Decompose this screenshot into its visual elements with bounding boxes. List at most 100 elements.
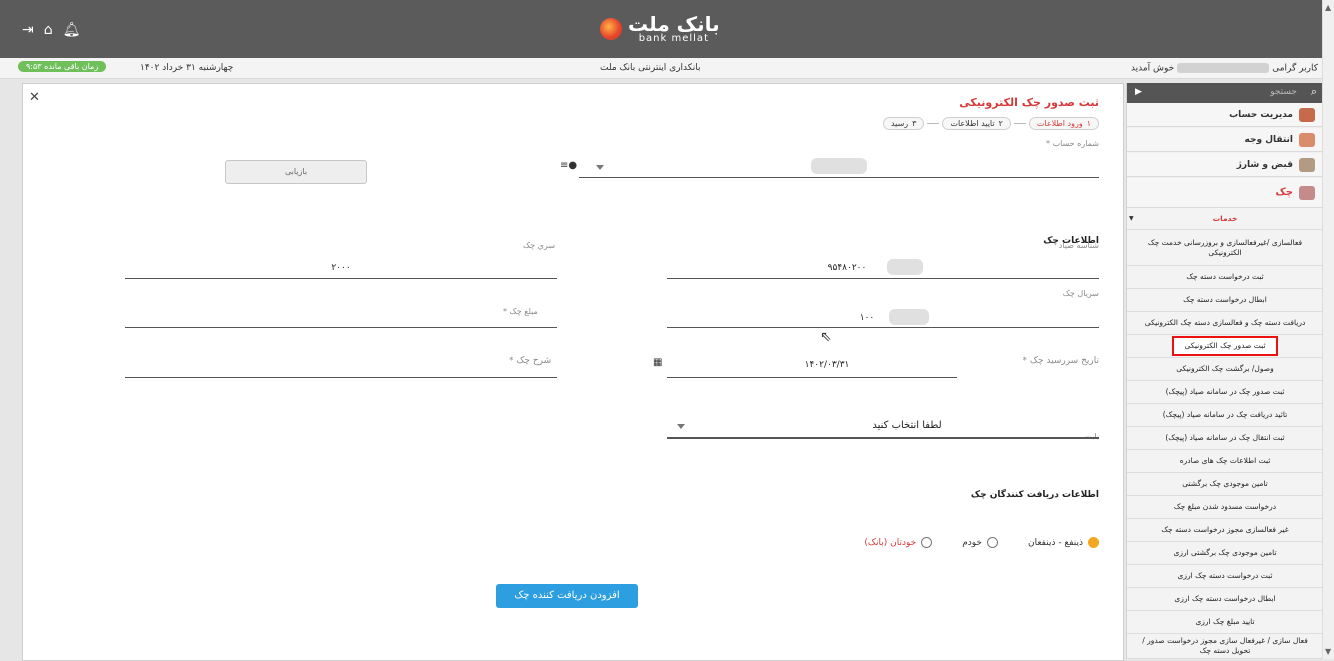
sidebar-subitem[interactable]: تامین موجودی چک برگشتی — [1127, 473, 1323, 496]
bell-icon[interactable]: 🔔︎ — [63, 22, 81, 38]
sayad-field[interactable]: ۹۵۴۸۰۲۰۰ — [667, 257, 1099, 279]
sidebar-item-transfer[interactable]: انتقال وجه — [1127, 128, 1323, 152]
sidebar-subitem-label: ثبت درخواست دسته چک — [1186, 272, 1264, 282]
sidebar-subitem[interactable]: ثبت انتقال چک در سامانه صیاد (پیچک) — [1127, 427, 1323, 450]
account-list-icon[interactable]: ≡● — [560, 160, 577, 171]
sidebar-subitem[interactable]: ثبت اطلاعات چک های صادره — [1127, 450, 1323, 473]
sidebar-item-cheque[interactable]: چک — [1127, 178, 1323, 208]
sidebar-item-label: مدیریت حساب — [1229, 109, 1293, 120]
services-header-label: خدمات — [1212, 213, 1238, 223]
sidebar-subitem-label: فعالسازی /غیرفعالسازی و بروزرسانی خدمت چ… — [1147, 237, 1303, 257]
sidebar-subitem[interactable]: غیر فعالسازی مجوز درخواست دسته چک — [1127, 519, 1323, 542]
account-management-icon — [1299, 107, 1315, 122]
sidebar-subitem[interactable]: درخواست مسدود شدن مبلغ چک — [1127, 496, 1323, 519]
sidebar-subitem[interactable]: وصول/ برگشت چک الکترونیکی — [1127, 358, 1323, 381]
account-underline — [579, 177, 1099, 178]
sidebar-subitem[interactable]: فعال سازی / غیرفعال سازی مجوز درخواست صد… — [1127, 634, 1323, 659]
search-input[interactable]: جستجو — [1270, 87, 1297, 97]
account-label: شماره حساب * — [1046, 139, 1099, 148]
page-scrollbar[interactable]: ▲ ▼ — [1322, 0, 1334, 659]
money-transfer-icon — [1299, 132, 1315, 147]
step-label: رسید — [890, 119, 909, 128]
due-date-label: تاریخ سررسید چک * — [1022, 356, 1099, 366]
logo-text-en: bank mellat — [638, 33, 709, 44]
service-title: بانکداری اینترنتی بانک ملت — [600, 63, 701, 73]
radio-myself[interactable]: خودم — [962, 537, 998, 548]
amount-field[interactable] — [125, 306, 557, 328]
home-icon[interactable]: ⌂ — [44, 22, 53, 38]
scroll-down-icon[interactable]: ▼ — [1325, 647, 1331, 656]
sidebar-subitem[interactable]: ابطال درخواست دسته چک — [1127, 289, 1323, 312]
step-label: تایید اطلاعات — [950, 119, 995, 128]
due-date-field[interactable]: ۱۴۰۲/۰۳/۳۱ — [667, 354, 957, 378]
main-panel: ✕ ثبت صدور چک الکترونیکی ۱ ورود اطلاعات ۲… — [22, 83, 1124, 661]
description-underline — [125, 377, 557, 378]
sidebar-subitem-label: غیر فعالسازی مجوز درخواست دسته چک — [1161, 525, 1289, 535]
sidebar-subitem[interactable]: ثبت درخواست دسته چک — [1127, 266, 1323, 289]
logout-icon[interactable]: ⇥ — [22, 22, 34, 38]
sidebar-subitem-active[interactable]: ثبت صدور چک الکترونیکی — [1127, 335, 1323, 358]
series-underline — [125, 278, 557, 279]
session-timer: زمان باقی مانده ۹:۵۳ — [18, 61, 107, 72]
collapse-sidebar-icon[interactable]: ▶ — [1135, 87, 1142, 97]
step-label: ورود اطلاعات — [1036, 119, 1083, 128]
sidebar-subitem[interactable]: دریافت دسته چک و فعالسازی دسته چک الکترو… — [1127, 312, 1323, 335]
description-field[interactable] — [125, 354, 557, 378]
series-value: ۲۰۰۰ — [331, 263, 351, 273]
cheque-icon — [1299, 185, 1315, 200]
sidebar-subitem-label: تامین موجودی چک برگشتی ارزی — [1173, 548, 1277, 558]
radio-bank[interactable]: خودتان (بانک) — [864, 537, 933, 548]
step-1: ۱ ورود اطلاعات — [1028, 117, 1099, 130]
calendar-icon[interactable]: ▦ — [653, 357, 662, 368]
receivers-title: اطلاعات دریافت کنندگان چک — [970, 490, 1099, 500]
radio-label: ذینفع - ذینفعان — [1027, 537, 1083, 548]
search-icon[interactable]: ⌕ — [1311, 85, 1317, 99]
sidebar-subitem[interactable]: ثبت صدور چک در سامانه صیاد (پیچک) — [1127, 381, 1323, 404]
account-select[interactable] — [579, 154, 1099, 178]
chevron-down-icon — [677, 424, 685, 429]
serial-field[interactable]: ۱۰۰ — [667, 306, 1099, 328]
sidebar-subitem[interactable]: تایید مبلغ چک ارزی — [1127, 611, 1323, 634]
top-bar: ⇥ ⌂ 🔔︎ بانک ملت bank mellat — [0, 0, 1322, 58]
sidebar-item-label: چک — [1275, 187, 1293, 198]
due-date-value: ۱۴۰۲/۰۳/۳۱ — [804, 360, 850, 370]
sidebar-subitem-label: ثبت درخواست دسته چک ارزی — [1177, 571, 1273, 581]
amount-underline — [125, 327, 557, 328]
sidebar-subitem-label: ثبت صدور چک الکترونیکی — [1172, 336, 1278, 356]
sidebar-subitem-label: ابطال درخواست دسته چک ارزی — [1174, 594, 1276, 604]
sidebar-subitem[interactable]: تامین موجودی چک برگشتی ارزی — [1127, 542, 1323, 565]
logo-text-fa: بانک ملت — [628, 12, 720, 36]
radio-beneficiary[interactable]: ذینفع - ذینفعان — [1028, 537, 1099, 548]
radio-dot — [986, 537, 998, 548]
sidebar-subitem-label: تایید مبلغ چک ارزی — [1195, 617, 1255, 627]
reason-select[interactable]: لطفا انتخاب کنید — [667, 414, 1099, 439]
reason-value: لطفا انتخاب کنید — [872, 420, 942, 431]
sidebar-subitem-label: وصول/ برگشت چک الکترونیکی — [1176, 364, 1274, 374]
step-number: ۲ — [998, 119, 1003, 128]
sidebar-subitem[interactable]: ثبت درخواست دسته چک ارزی — [1127, 565, 1323, 588]
page-title: ثبت صدور چک الکترونیکی — [959, 96, 1099, 109]
account-number-mask — [811, 158, 867, 174]
sayad-underline — [667, 278, 1099, 279]
sayad-label: شناسه صیاد — [1058, 241, 1099, 250]
sidebar-item-account-management[interactable]: مدیریت حساب — [1127, 103, 1323, 127]
services-header[interactable]: ▼ خدمات — [1127, 208, 1323, 230]
step-divider — [1013, 123, 1026, 124]
sidebar-subitem[interactable]: تائید دریافت چک در سامانه صیاد (پیچک) — [1127, 404, 1323, 427]
sidebar-item-label: قبض و شارژ — [1236, 159, 1293, 170]
sidebar-subitem[interactable]: ابطال درخواست دسته چک ارزی — [1127, 588, 1323, 611]
series-field[interactable]: ۲۰۰۰ — [125, 257, 557, 279]
sidebar-subitem-label: تائید دریافت چک در سامانه صیاد (پیچک) — [1162, 410, 1288, 420]
username-mask — [1177, 63, 1270, 73]
add-receiver-button[interactable]: افزودن دریافت کننده چک — [496, 584, 638, 608]
sidebar-subitem[interactable]: فعالسازی /غیرفعالسازی و بروزرسانی خدمت چ… — [1127, 230, 1323, 266]
sidebar: ▶ جستجو ⌕ مدیریت حساب انتقال وجه قبض و ش… — [1126, 83, 1323, 659]
retrieve-button[interactable]: بازیابی — [225, 160, 367, 184]
sidebar-item-bills[interactable]: قبض و شارژ — [1127, 153, 1323, 177]
reason-underline — [667, 437, 1099, 439]
close-icon[interactable]: ✕ — [29, 90, 40, 105]
sidebar-search[interactable]: ▶ جستجو ⌕ — [1127, 83, 1323, 103]
step-2: ۲ تایید اطلاعات — [942, 117, 1011, 130]
scroll-up-icon[interactable]: ▲ — [1325, 3, 1331, 12]
bill-icon — [1299, 157, 1315, 172]
